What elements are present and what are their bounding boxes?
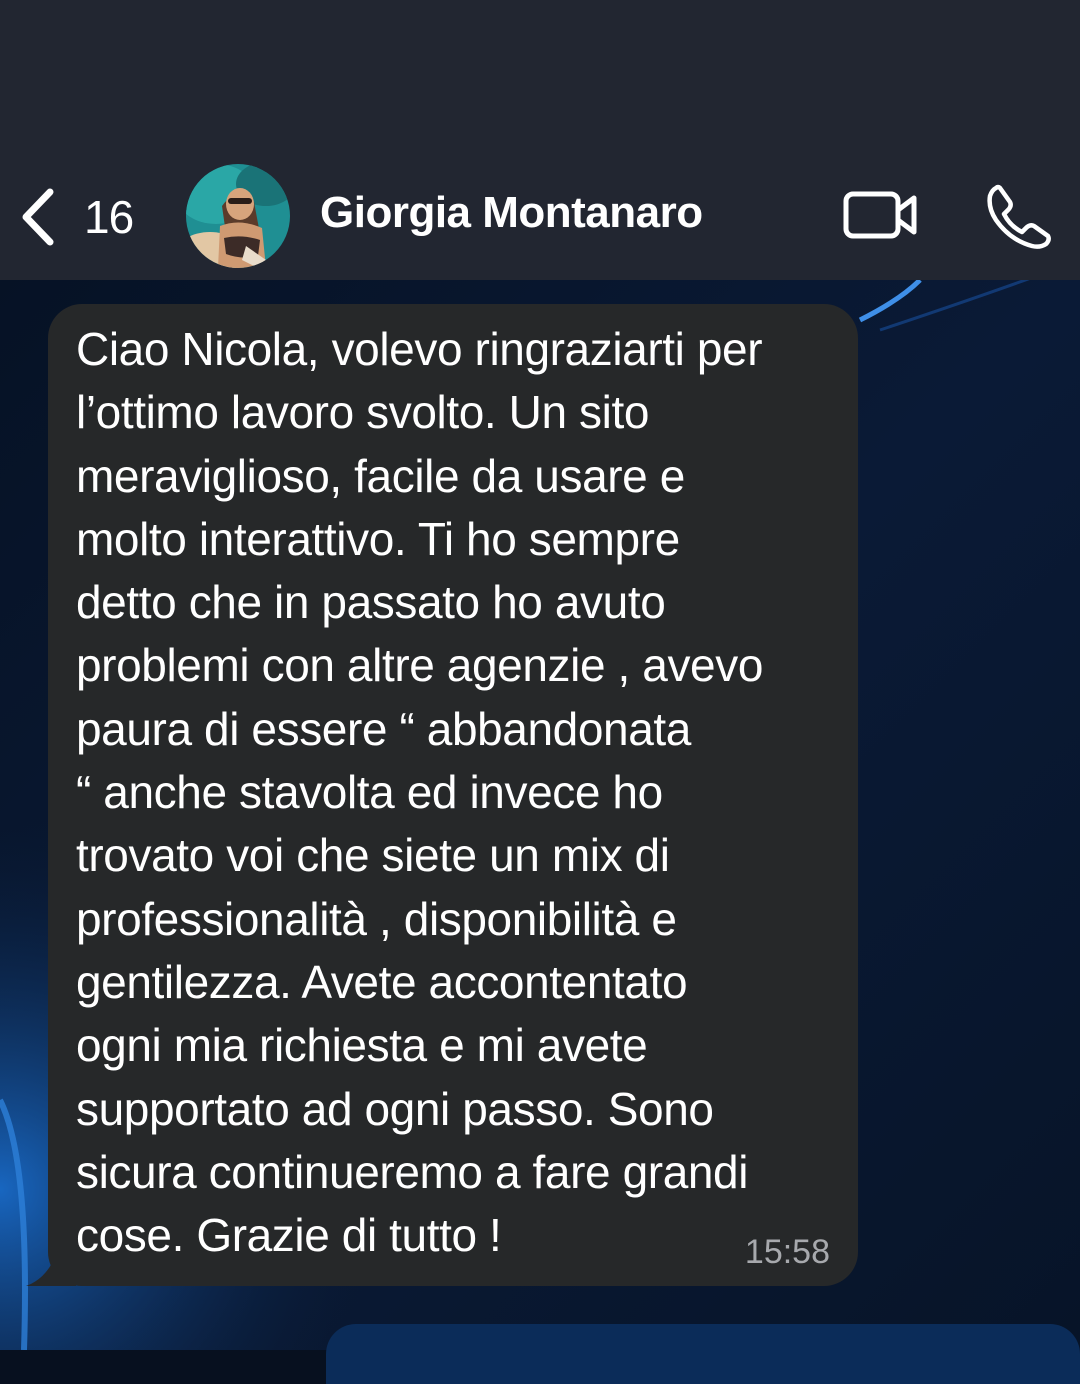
chevron-left-icon	[18, 187, 58, 247]
phone-icon	[980, 184, 1056, 254]
voice-call-button[interactable]	[980, 180, 1056, 250]
message-timestamp: 15:58	[744, 1233, 830, 1271]
back-button[interactable]: 16	[18, 182, 134, 252]
message-text: Ciao Nicola, volevo ringraziarti per l’o…	[76, 323, 764, 1262]
chat-header: 16 Giorgia Montanaro	[0, 152, 1080, 280]
incoming-message[interactable]: Ciao Nicola, volevo ringraziarti per l’o…	[26, 304, 858, 1286]
video-camera-icon	[838, 191, 924, 252]
avatar[interactable]	[186, 164, 290, 268]
status-bar-area	[0, 0, 1080, 152]
contact-name[interactable]: Giorgia Montanaro	[320, 188, 703, 238]
video-call-button[interactable]	[838, 182, 924, 248]
unread-count: 16	[84, 191, 134, 243]
outgoing-message[interactable]	[326, 1324, 1080, 1384]
